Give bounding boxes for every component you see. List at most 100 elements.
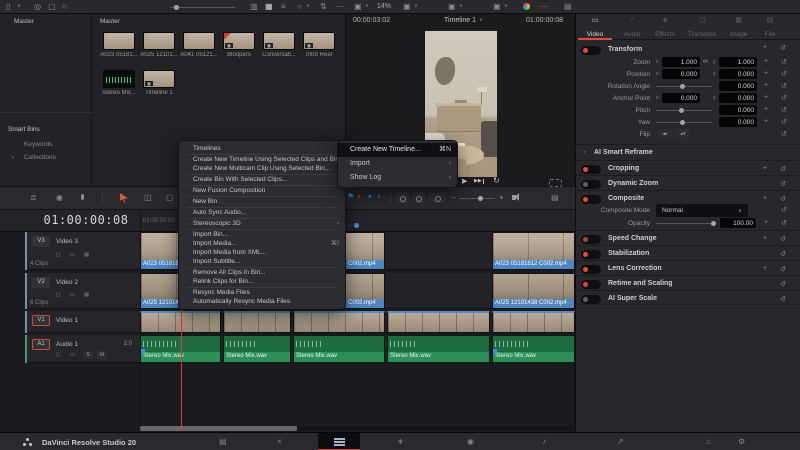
reset-icon[interactable]: ↺ [780, 180, 786, 188]
strip-view-icon[interactable]: ▥ [250, 3, 258, 11]
keyframe-icon[interactable]: + [763, 165, 767, 172]
section-ai-super-scale[interactable]: AI Super Scale ↺ [575, 290, 800, 305]
menu-item[interactable]: Automatically Resync Media Files [179, 297, 345, 306]
opacity-slider-handle[interactable] [711, 220, 716, 226]
bin-tree-item-master[interactable]: Master [14, 18, 34, 25]
chevron-down-icon[interactable]: ∨ [479, 18, 483, 23]
timeline-clip-v1[interactable] [293, 311, 385, 333]
media-pool-panel-toggle-icon[interactable]: ▯ [6, 3, 10, 11]
yaw-slider-handle[interactable] [680, 119, 685, 125]
tab-effects[interactable]: ◈ Effects [649, 14, 681, 40]
keyframe-icon[interactable]: + [764, 94, 768, 101]
track-header-v2[interactable]: V2 Video 2 ◻ ▭ ▦ 6 Clips [25, 273, 140, 309]
retime-scaling-toggle[interactable] [581, 280, 601, 289]
track-name[interactable]: Video 2 [56, 279, 78, 286]
search-chevron-icon[interactable]: ∨ [306, 4, 310, 9]
skip-next-icon[interactable]: ▶▶ [474, 179, 484, 184]
camera-bin-icon[interactable]: ▣ [354, 3, 362, 11]
edit-page-icon[interactable] [334, 438, 345, 440]
zoom-y-field[interactable]: 1.000 [719, 57, 757, 67]
voiceover-mic-icon[interactable] [81, 194, 84, 200]
menu-item[interactable]: New Fusion Composition [179, 186, 345, 195]
zoom-in-icon[interactable]: + [499, 194, 504, 202]
flip-horizontal-button[interactable]: ◂▸ [658, 129, 672, 139]
keyframe-icon[interactable]: + [763, 265, 767, 272]
fairlight-page-icon[interactable]: ♪ [542, 437, 546, 446]
dynamic-zoom-toggle[interactable] [581, 180, 601, 189]
pitch-slider[interactable] [656, 110, 712, 111]
thumbnail-size-slider-handle[interactable] [174, 5, 179, 10]
timeline-thumbnail[interactable]: ▦ [303, 32, 335, 50]
smart-bin-keywords[interactable]: Keywords [24, 141, 53, 148]
media-clip-thumbnail[interactable]: ♪ [183, 32, 215, 50]
live-overwrite-icon[interactable]: ◉ [56, 194, 63, 202]
timeline-clip-v1[interactable] [387, 311, 490, 333]
section-stabilization[interactable]: Stabilization ↺ [575, 245, 800, 260]
selection-mode-icon[interactable] [120, 193, 128, 203]
keyframe-icon[interactable]: + [764, 58, 768, 65]
track-header-a1[interactable]: A1 Audio 1 2.0 ◻ ▭ S M [25, 335, 140, 363]
chevron-down-icon[interactable]: ∨ [17, 4, 21, 9]
transcription-icon[interactable]: ▢ [48, 3, 56, 11]
lock-icon[interactable]: ◻ [56, 292, 61, 298]
anchor-y-field[interactable]: 0.000 [719, 93, 757, 103]
viewer-zoom-level[interactable]: 14% [377, 3, 391, 10]
media-clip-thumbnail[interactable]: ♪ [103, 32, 135, 50]
flip-vertical-button[interactable]: ▴▾ [676, 129, 690, 139]
menu-item[interactable]: New Bin [179, 197, 345, 206]
cropping-toggle[interactable] [581, 165, 601, 174]
timeline-view-options-icon[interactable]: ≣ [30, 194, 37, 202]
timeline-clip-v1[interactable] [492, 311, 575, 333]
viewer-duration-timecode[interactable]: 00:00:03:02 [353, 17, 390, 24]
reset-icon[interactable]: ↺ [780, 165, 786, 173]
chevron-down-icon[interactable]: ∨ [365, 4, 369, 9]
keyframe-icon[interactable]: + [763, 195, 767, 202]
reset-icon[interactable]: ↺ [781, 58, 787, 66]
reset-icon[interactable]: ↺ [780, 295, 786, 303]
thumbnail-size-slider[interactable] [170, 7, 235, 8]
reset-icon[interactable]: ↺ [780, 44, 786, 52]
timeline-selector[interactable]: Timeline 1 [444, 17, 476, 24]
fullscreen-viewer-icon[interactable] [549, 179, 562, 187]
viewer-record-timecode[interactable]: 01:00:00:08 [526, 17, 563, 24]
keyframe-icon[interactable]: + [764, 118, 768, 125]
keyframe-icon[interactable]: + [764, 219, 768, 226]
menu-item-timelines[interactable]: Timelines› [179, 144, 345, 153]
section-composite[interactable]: Composite + ↺ [575, 190, 800, 204]
chevron-down-icon[interactable]: ∨ [459, 4, 463, 9]
timeline-playhead-timecode[interactable]: 01:00:00:08 [34, 213, 138, 227]
color-page-icon[interactable]: ◉ [467, 437, 474, 446]
opacity-slider[interactable] [656, 223, 716, 224]
single-viewer-icon[interactable]: ▣ [403, 3, 411, 11]
reset-icon[interactable]: ↺ [781, 206, 787, 214]
tab-image[interactable]: ▦ Image [723, 14, 754, 40]
expand-chevron-icon[interactable]: › [583, 149, 585, 156]
lock-icon[interactable]: ◻ [56, 252, 61, 258]
pitch-slider-handle[interactable] [679, 107, 684, 113]
menu-item[interactable]: Import Subtitle... [179, 257, 345, 266]
transform-toggle[interactable] [581, 46, 601, 55]
marker-icon[interactable]: ● [368, 194, 372, 200]
reset-icon[interactable]: ↺ [781, 219, 787, 227]
tab-audio[interactable]: ♪ Audio [615, 14, 649, 40]
menu-item[interactable]: Create New Multicam Clip Using Selected … [179, 164, 345, 173]
section-retime-scaling[interactable]: Retime and Scaling ↺ [575, 275, 800, 290]
section-dynamic-zoom[interactable]: Dynamic Zoom ↺ [575, 175, 800, 190]
timeline-clip-audio[interactable]: Stereo Mix.wav [293, 335, 385, 363]
zoom-out-icon[interactable]: − [451, 194, 456, 202]
reset-icon[interactable]: ↺ [780, 195, 786, 203]
reset-icon[interactable]: ↺ [781, 130, 787, 138]
expand-chevron-icon[interactable]: › [12, 155, 14, 161]
menu-item-import[interactable]: Import › [338, 157, 457, 171]
zoom-detail-icon[interactable] [412, 193, 425, 203]
timeline-clip-audio[interactable]: Stereo Mix.wav [387, 335, 490, 363]
timeline-clip-v2[interactable]: A025 12101438 C002.mp4 [492, 273, 575, 309]
lens-correction-toggle[interactable] [581, 265, 601, 274]
yaw-field[interactable]: 0.000 [719, 117, 757, 127]
timeline-clip-audio[interactable]: Stereo Mix.wav [223, 335, 291, 363]
mute-button[interactable]: M [97, 351, 107, 359]
menu-item-stereoscopic-3d[interactable]: Stereoscopic 3D › [179, 219, 345, 228]
resize-icon[interactable]: ▣ [493, 3, 501, 11]
media-page-icon[interactable]: ▤ [219, 437, 227, 446]
zoom-custom-icon[interactable] [428, 193, 446, 203]
